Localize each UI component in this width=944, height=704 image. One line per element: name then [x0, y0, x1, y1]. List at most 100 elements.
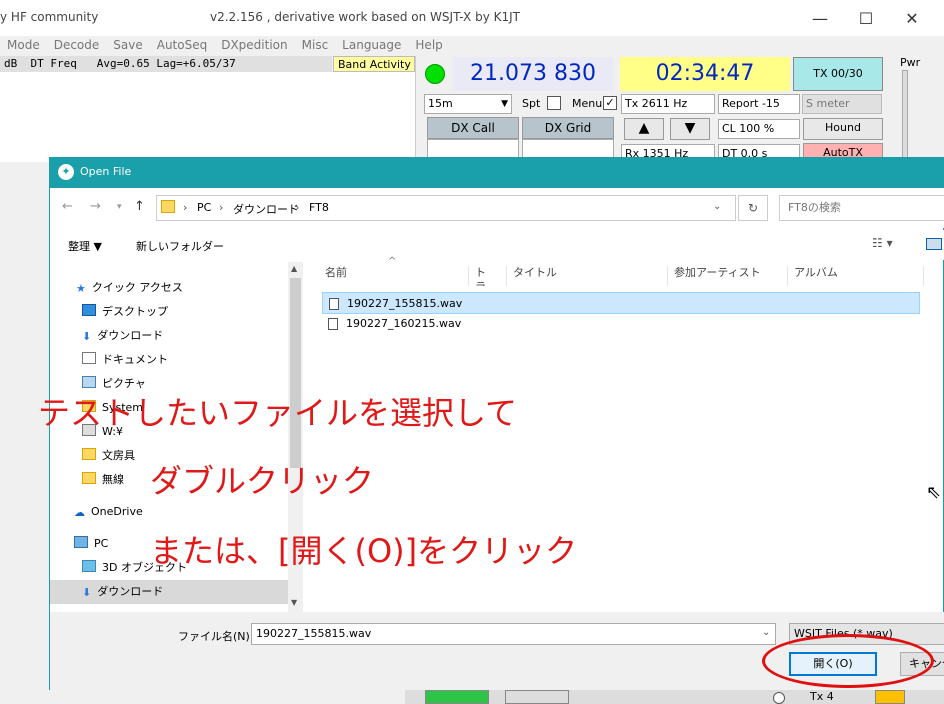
nav-desktop[interactable]: デスクトップ: [82, 301, 168, 323]
view-options-icon[interactable]: ☷ ▾: [872, 236, 893, 250]
file-row-selected[interactable]: 190227_155815.wav: [322, 292, 920, 314]
folder-icon: [82, 448, 96, 460]
dialog-titlebar: [50, 158, 944, 188]
tx4-radio[interactable]: [773, 692, 785, 704]
history-chevron-icon[interactable]: ▾: [117, 202, 122, 212]
menu-save[interactable]: Save: [106, 36, 149, 56]
breadcrumb-downloads[interactable]: ダウンロード: [233, 201, 299, 217]
chevron-down-icon: ▼: [501, 99, 508, 109]
band-value: 15m: [428, 97, 453, 110]
new-folder-button[interactable]: 新しいフォルダー: [136, 238, 224, 254]
decode-header: dB DT Freq Avg=0.65 Lag=+6.05/37: [0, 56, 332, 72]
wsjt-app-icon: ✦: [58, 164, 74, 180]
audio-file-icon: [328, 318, 338, 330]
menu-misc[interactable]: Misc: [295, 36, 336, 56]
dx-call-input[interactable]: [427, 139, 519, 159]
hound-button[interactable]: Hound: [803, 118, 883, 140]
dial-frequency: 21.073 830: [453, 57, 613, 91]
tx-slot-button[interactable]: TX 00/30: [793, 57, 883, 91]
nav-stationery[interactable]: 文房具: [82, 445, 135, 467]
back-arrow-icon[interactable]: ←: [62, 199, 73, 214]
breadcrumb-ft8[interactable]: FT8: [309, 201, 329, 214]
search-input[interactable]: FT8の検索: [779, 195, 944, 221]
menu-language[interactable]: Language: [335, 36, 408, 56]
signal-meter: [875, 690, 905, 704]
column-name[interactable]: 名前: [319, 266, 469, 286]
forward-arrow-icon[interactable]: →: [90, 199, 101, 214]
download-arrow-icon: ⬇: [82, 330, 92, 343]
nav-label: クイック アクセス: [91, 281, 183, 294]
scroll-down-icon[interactable]: ▼: [291, 598, 297, 607]
nav-radio[interactable]: 無線: [82, 469, 124, 491]
dialog-title: Open File: [80, 165, 132, 178]
dx-grid-label: DX Grid: [522, 117, 614, 139]
menu-dxpedition[interactable]: DXpedition: [214, 36, 294, 56]
band-select[interactable]: 15m ▼: [424, 94, 512, 114]
scroll-up-icon[interactable]: ▲: [291, 264, 297, 273]
menu-bar: Mode Decode Save AutoSeq DXpedition Misc…: [0, 36, 944, 56]
up-arrow-icon[interactable]: ↑: [134, 199, 145, 214]
s-meter: S meter: [802, 94, 882, 114]
nav-pc-downloads[interactable]: ⬇ ダウンロード: [82, 581, 163, 603]
address-dropdown-icon[interactable]: ⌄: [713, 201, 721, 212]
menu-mode[interactable]: Mode: [0, 36, 47, 56]
nav-label: デスクトップ: [102, 305, 168, 318]
annotation-line-3: または、[開く(O)]をクリック: [150, 532, 578, 570]
column-artist[interactable]: 参加アーティスト: [668, 266, 788, 286]
preview-pane-icon[interactable]: [926, 238, 942, 250]
spt-label: Spt: [522, 97, 541, 110]
breadcrumb-pc[interactable]: PC: [197, 201, 211, 214]
annotation-line-2: ダブルクリック: [150, 462, 375, 500]
menu-autoseq[interactable]: AutoSeq: [150, 36, 214, 56]
band-activity-header: Band Activity: [333, 56, 415, 72]
organize-button[interactable]: 整理 ▼: [68, 238, 102, 254]
nav-pc[interactable]: PC: [74, 533, 108, 555]
pwr-slider[interactable]: [902, 70, 908, 162]
nav-scroll-thumb[interactable]: [290, 278, 301, 468]
nav-label: OneDrive: [91, 505, 143, 518]
nav-downloads[interactable]: ⬇ ダウンロード: [82, 325, 163, 347]
app-title: y HF community: [0, 10, 99, 24]
annotation-line-1: テストしたいファイルを選択して: [38, 394, 518, 432]
file-row[interactable]: 190227_160215.wav: [322, 313, 920, 335]
breadcrumb-sep-icon: ›: [295, 201, 300, 214]
up-arrow-button[interactable]: ▲: [624, 118, 664, 140]
desktop-icon: [82, 304, 96, 316]
maximize-button[interactable]: ☐: [846, 4, 886, 34]
menu-decode[interactable]: Decode: [47, 36, 107, 56]
nav-label: 無線: [102, 473, 124, 486]
cl-spinner[interactable]: CL 100 %: [718, 119, 800, 139]
folder-icon: [161, 200, 175, 213]
star-icon: ★: [76, 282, 86, 295]
nav-onedrive[interactable]: ☁ OneDrive: [74, 501, 143, 523]
column-title[interactable]: タイトル: [507, 266, 668, 286]
app-titlebar: y HF community v2.2.156 , derivative wor…: [0, 0, 944, 36]
down-arrow-button[interactable]: ▼: [670, 118, 710, 140]
menu-help[interactable]: Help: [408, 36, 449, 56]
spt-checkbox[interactable]: [547, 96, 561, 110]
tx-freq-spinner[interactable]: Tx 2611 Hz: [621, 94, 715, 114]
nav-label: ダウンロード: [97, 585, 164, 598]
address-bar[interactable]: › PC › ダウンロード › FT8 ⌄: [156, 195, 736, 221]
filename-input[interactable]: 190227_155815.wav: [251, 623, 776, 645]
filename-dropdown-icon[interactable]: ⌄: [762, 627, 770, 638]
minimize-button[interactable]: —: [800, 4, 840, 34]
nav-documents[interactable]: ドキュメント: [82, 349, 168, 371]
filename-label: ファイル名(N):: [178, 630, 254, 643]
breadcrumb-sep-icon: ›: [183, 201, 188, 214]
close-button[interactable]: ✕: [892, 4, 932, 34]
nav-label: ドキュメント: [102, 353, 168, 366]
refresh-button[interactable]: ↻: [738, 195, 768, 221]
report-spinner[interactable]: Report -15: [718, 94, 800, 114]
document-icon: [82, 352, 96, 364]
dx-grid-input[interactable]: [522, 139, 614, 159]
nav-quick-access[interactable]: ★ クイック アクセス: [76, 277, 183, 299]
pwr-label: Pwr: [900, 56, 921, 69]
file-name: 190227_155815.wav: [347, 297, 463, 310]
app-bottom-strip: Tx 4: [405, 690, 944, 704]
column-album[interactable]: アルバム: [788, 266, 924, 286]
menu-checkbox[interactable]: ✓: [603, 96, 617, 110]
column-track[interactable]: トラ...: [469, 266, 507, 286]
highlight-ellipse: [762, 634, 934, 688]
sort-caret-icon: ^: [388, 256, 397, 267]
